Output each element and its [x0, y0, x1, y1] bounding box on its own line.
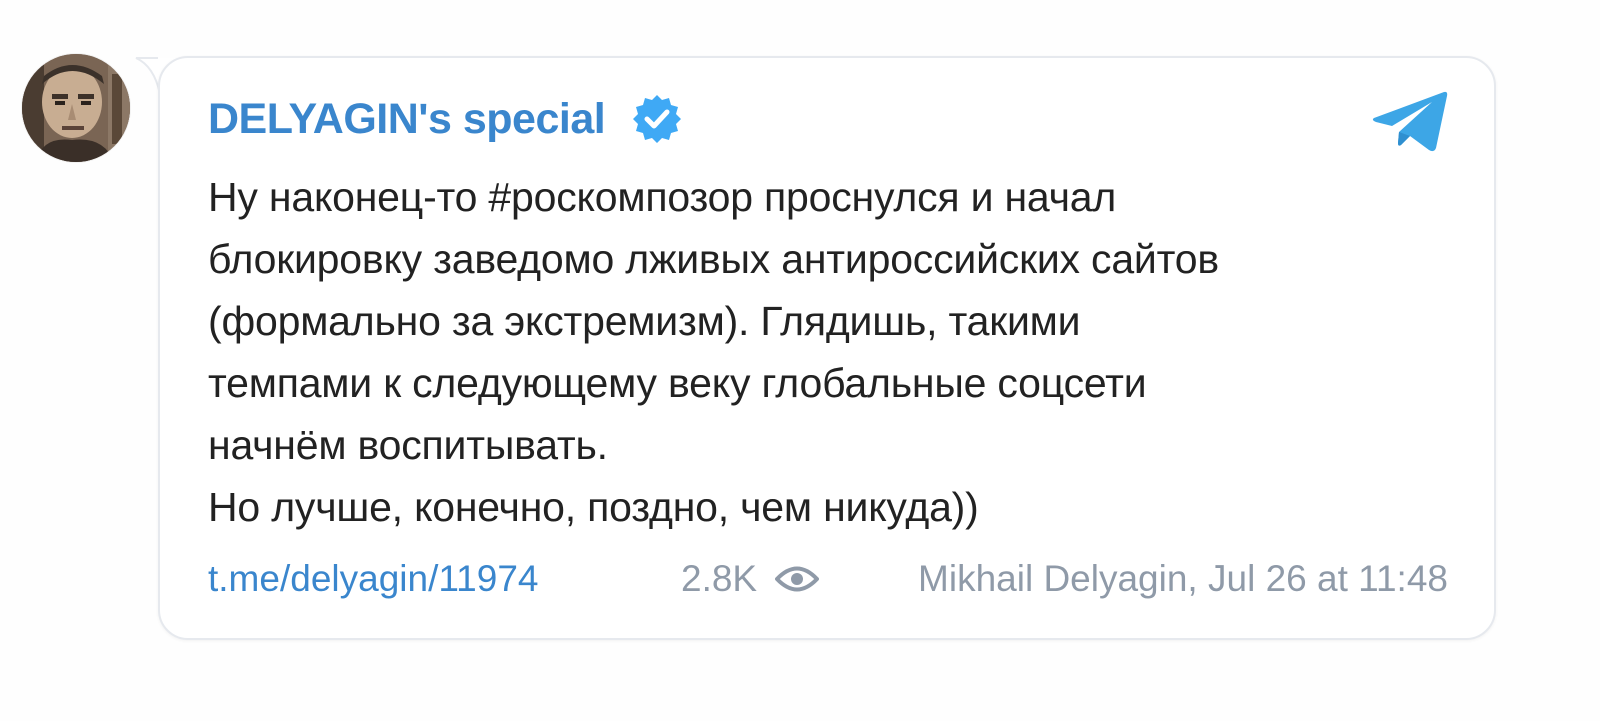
post-link[interactable]: t.me/delyagin/11974 [208, 554, 539, 604]
avatar-portrait-icon [22, 54, 130, 162]
author-date: Mikhail Delyagin, Jul 26 at 11:48 [918, 558, 1448, 599]
message-line: начнём воспитывать. [208, 422, 608, 468]
message-line: Ну наконец-то #роскомпозор проснулся и н… [208, 174, 1117, 220]
message-line: блокировку заведомо лживых антироссийски… [208, 236, 1219, 282]
views-counter: 2.8K [681, 554, 820, 604]
channel-name[interactable]: DELYAGIN's special [208, 95, 606, 144]
message-line: Но лучше, конечно, поздно, чем никуда)) [208, 484, 979, 530]
telegram-plane-icon[interactable] [1370, 88, 1450, 154]
eye-icon [775, 566, 820, 592]
views-count: 2.8K [681, 558, 758, 599]
channel-header: DELYAGIN's special [208, 92, 683, 146]
verified-badge-icon [633, 95, 682, 143]
message-footer: t.me/delyagin/11974 2.8K Mikhail Delyagi… [208, 554, 1448, 604]
message-line: (формально за экстремизм). Глядишь, таки… [208, 298, 1081, 344]
message-text: Ну наконец-то #роскомпозор проснулся и н… [208, 166, 1478, 538]
avatar[interactable] [22, 54, 130, 162]
telegram-post-embed: DELYAGIN's special Ну наконец-то #роском… [0, 0, 1600, 721]
message-line: темпами к следующему веку глобальные соц… [208, 360, 1147, 406]
